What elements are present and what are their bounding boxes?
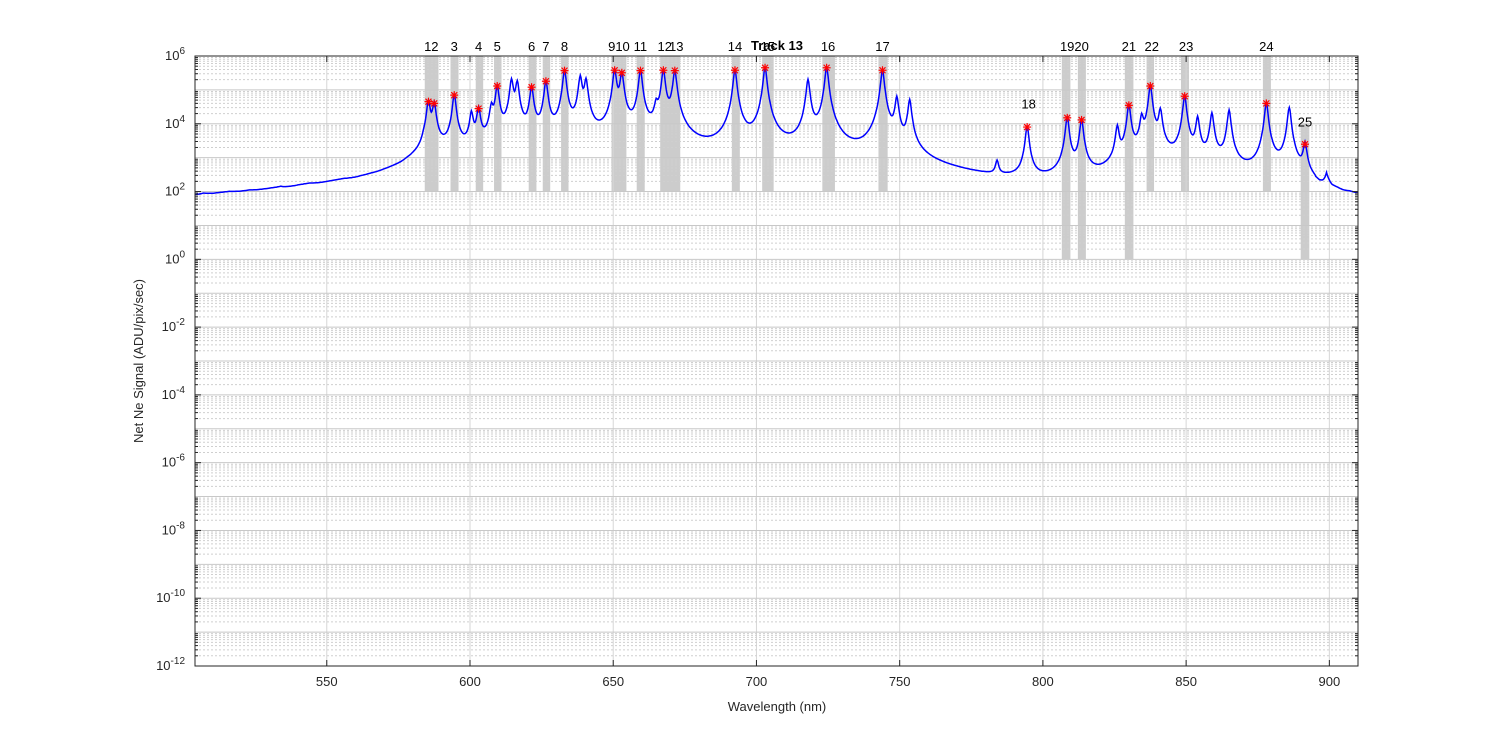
peak-label-4: 4 <box>475 39 482 54</box>
peak-marker-20 <box>1077 115 1086 124</box>
y-tick-label: 10-6 <box>162 453 186 470</box>
spectrum-chart: 550 600 650 700 750 800 850 900 10-12 10-10 10-8 10… <box>131 38 1359 714</box>
peak-marker-24 <box>1262 99 1271 108</box>
peak-marker-9 <box>610 66 619 75</box>
peak-marker-12 <box>659 66 668 75</box>
y-tick-label: 10-12 <box>156 656 185 673</box>
peak-label-6: 6 <box>528 39 535 54</box>
y-tick-label: 100 <box>165 249 185 266</box>
peak-marker-4 <box>474 104 483 113</box>
peak-label-23: 23 <box>1179 39 1193 54</box>
chart-title: Track 13 <box>751 38 803 53</box>
peak-marker-11 <box>636 66 645 75</box>
y-tick-label: 104 <box>165 114 185 131</box>
y-axis-label: Net Ne Signal (ADU/pix/sec) <box>131 279 146 443</box>
peak-marker-15 <box>761 63 770 72</box>
y-tick-label: 10-10 <box>156 588 185 605</box>
peak-marker-14 <box>730 66 739 75</box>
peak-marker-1 <box>424 97 433 106</box>
x-axis-label: Wavelength (nm) <box>728 699 827 714</box>
peak-marker-25 <box>1301 140 1310 149</box>
peak-label-1920: 1920 <box>1060 39 1089 54</box>
peak-marker-17 <box>878 66 887 75</box>
peak-label-17: 17 <box>875 39 889 54</box>
peak-label-910: 910 <box>608 39 630 54</box>
y-tick-label: 106 <box>165 46 185 63</box>
x-tick-label: 800 <box>1032 674 1054 689</box>
x-tick-label: 600 <box>459 674 481 689</box>
peak-label-7: 7 <box>542 39 549 54</box>
peak-marker-3 <box>450 91 459 100</box>
peak-label-21: 21 <box>1122 39 1136 54</box>
peak-marker-21 <box>1124 101 1133 110</box>
x-tick-label: 750 <box>889 674 911 689</box>
y-tick-label: 10-8 <box>162 520 186 537</box>
y-tick-label: 10-2 <box>162 317 186 334</box>
peak-marker-19 <box>1063 113 1072 122</box>
peak-label-16: 16 <box>821 39 835 54</box>
peak-label-12: 12 <box>424 39 438 54</box>
peak-marker-16 <box>822 63 831 72</box>
x-tick-label: 550 <box>316 674 338 689</box>
peak-marker-18 <box>1023 123 1032 132</box>
peak-marker-7 <box>541 77 550 86</box>
peak-label-22: 22 <box>1145 39 1159 54</box>
peak-marker-10 <box>617 68 626 77</box>
peak-label-3: 3 <box>451 39 458 54</box>
peak-label-24: 24 <box>1259 39 1273 54</box>
x-tick-label: 850 <box>1175 674 1197 689</box>
peak-marker-8 <box>560 66 569 75</box>
peak-marker-6 <box>527 83 536 92</box>
peak-marker-22 <box>1146 82 1155 91</box>
y-tick-label: 102 <box>165 182 185 199</box>
peak-label-14: 14 <box>728 39 742 54</box>
peak-label-8: 8 <box>561 39 568 54</box>
peak-marker-5 <box>493 82 502 91</box>
peak-label-18: 18 <box>1021 97 1035 112</box>
peak-marker-23 <box>1180 92 1189 101</box>
x-tick-label: 900 <box>1319 674 1341 689</box>
x-tick-label: 700 <box>746 674 768 689</box>
y-tick-label: 10-4 <box>162 385 186 402</box>
peak-label-25: 25 <box>1298 114 1312 129</box>
peak-label-5: 5 <box>494 39 501 54</box>
peak-label-11: 11 <box>634 39 648 54</box>
peak-label-13: 13 <box>669 39 683 54</box>
peak-marker-2 <box>430 99 439 108</box>
x-tick-label: 650 <box>602 674 624 689</box>
peak-marker-13 <box>670 66 679 75</box>
